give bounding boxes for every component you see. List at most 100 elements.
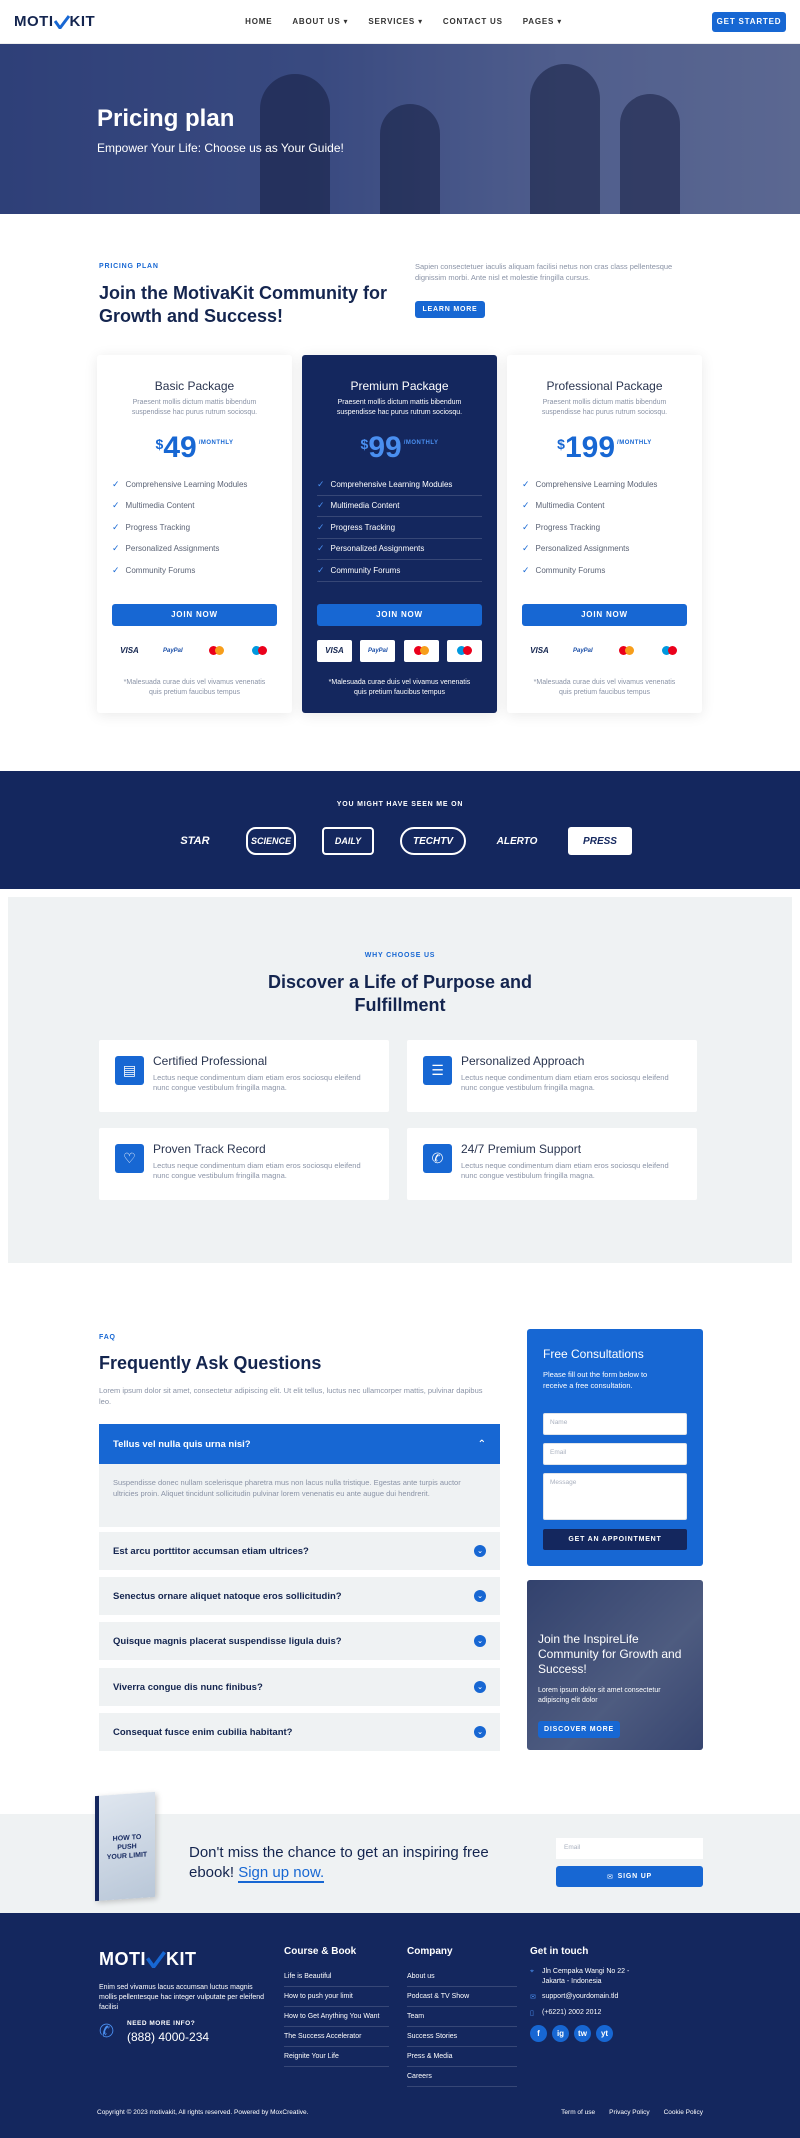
message-textarea[interactable]: Message: [543, 1473, 687, 1520]
menu-item-about[interactable]: ABOUT US ▾: [292, 17, 348, 26]
mastercard-logo: [609, 640, 644, 662]
paypal-logo: PayPal: [360, 639, 396, 662]
legal-link[interactable]: Term of use: [561, 2109, 595, 2116]
visa-logo: VISA: [120, 646, 139, 655]
footer-link[interactable]: Team: [407, 2007, 517, 2027]
menu-item-contact[interactable]: CONTACT US: [443, 17, 503, 26]
join-now-button[interactable]: JOIN NOW: [317, 603, 482, 626]
faq-question[interactable]: Consequat fusce enim cubilia habitant? ⌄: [99, 1713, 500, 1751]
footer-link[interactable]: Life is Beautiful: [284, 1967, 389, 1987]
feature-item: ✓ Community Forums: [317, 560, 482, 582]
footer-logo[interactable]: MOTI KIT: [99, 1949, 197, 1970]
footer-link[interactable]: Press & Media: [407, 2047, 517, 2067]
get-appointment-button[interactable]: GET AN APPOINTMENT: [543, 1529, 687, 1550]
youtube-icon[interactable]: yt: [596, 2025, 613, 2042]
menu-item-services[interactable]: SERVICES ▾: [368, 17, 423, 26]
newsletter-title: Don't miss the chance to get an inspirin…: [189, 1843, 529, 1883]
instagram-icon[interactable]: ig: [552, 2025, 569, 2042]
footer-col-title: Get in touch: [530, 1946, 589, 1957]
payment-methods: VISA PayPal: [317, 639, 482, 662]
logo-text-left: MOTI: [99, 1949, 146, 1969]
footer-link[interactable]: Reignite Your Life: [284, 2047, 389, 2067]
ebook-cover: HOW TO PUSH YOUR LIMIT: [95, 1791, 155, 1902]
get-started-button[interactable]: GET STARTED: [711, 11, 786, 32]
footer-link[interactable]: The Success Accelerator: [284, 2027, 389, 2047]
footer-link[interactable]: About us: [407, 1967, 517, 1987]
ebook-title-line: YOUR LIMIT: [106, 1851, 148, 1862]
newsletter-title-text: Don't miss the chance to get an inspirin…: [189, 1844, 489, 1881]
check-icon: ✓: [522, 500, 530, 511]
menu-item-home[interactable]: HOME: [245, 17, 272, 26]
footer-link[interactable]: How to Get Anything You Want: [284, 2007, 389, 2027]
chevron-down-icon: ⌄: [474, 1726, 486, 1738]
learn-more-button[interactable]: LEARN MORE: [415, 301, 485, 318]
top-navbar: MOTI KIT HOME ABOUT US ▾ SERVICES ▾ CONTAC…: [0, 0, 800, 44]
twitter-icon[interactable]: tw: [574, 2025, 591, 2042]
certificate-icon: ▤: [115, 1056, 144, 1085]
facebook-icon[interactable]: f: [530, 2025, 547, 2042]
chevron-down-icon: ▾: [557, 17, 563, 26]
site-logo[interactable]: MOTI KIT: [14, 13, 95, 30]
legal-link[interactable]: Privacy Policy: [609, 2109, 649, 2116]
check-icon: ✓: [317, 521, 325, 532]
check-icon: ✓: [522, 478, 530, 489]
join-now-button[interactable]: JOIN NOW: [112, 603, 277, 626]
promo-title: Join the InspireLife Community for Growt…: [538, 1632, 682, 1676]
faq-question[interactable]: Senectus ornare aliquet natoque eros sol…: [99, 1577, 500, 1615]
plan-description: Praesent mollis dictum mattis bibendum s…: [336, 399, 463, 416]
footer-link[interactable]: Podcast & TV Show: [407, 1987, 517, 2007]
name-input[interactable]: Name: [543, 1413, 687, 1435]
newsletter-email-input[interactable]: Email: [556, 1838, 703, 1859]
menu-item-pages[interactable]: PAGES ▾: [523, 17, 562, 26]
plan-name: Professional Package: [546, 379, 663, 393]
promo-card: Join the InspireLife Community for Growt…: [527, 1580, 703, 1750]
footer-tel[interactable]: (+6221) 2002 2012: [542, 2009, 601, 2017]
footer-col-title: Company: [407, 1946, 453, 1957]
join-now-button[interactable]: JOIN NOW: [522, 603, 687, 626]
footer-phone[interactable]: (888) 4000-234: [127, 2030, 209, 2044]
feature-card: ☰ Personalized Approach Lectus neque con…: [407, 1040, 697, 1112]
phone-icon: ✆: [99, 2021, 115, 2041]
chevron-down-icon: ⌄: [474, 1545, 486, 1557]
discover-more-button[interactable]: DISCOVER MORE: [538, 1721, 620, 1738]
footer-email[interactable]: support@yourdomain.tld: [542, 1993, 618, 2001]
legal-links: Term of use Privacy Policy Cookie Policy: [561, 2109, 703, 2116]
promo-text: Lorem ipsum dolor sit amet consectetur a…: [538, 1687, 661, 1704]
faq-question[interactable]: Viverra congue dis nunc finibus? ⌄: [99, 1668, 500, 1706]
faq-question[interactable]: Est arcu porttitor accumsan etiam ultric…: [99, 1532, 500, 1570]
sign-up-label: SIGN UP: [617, 1873, 653, 1880]
checkmark-logo-icon: [146, 1951, 166, 1968]
payment-methods: VISA PayPal: [112, 640, 277, 662]
footer-link[interactable]: Careers: [407, 2067, 517, 2087]
visa-logo: VISA: [530, 646, 549, 655]
check-icon: ✓: [112, 478, 120, 489]
check-icon: ✓: [112, 521, 120, 532]
footer-link[interactable]: How to push your limit: [284, 1987, 389, 2007]
plan-price: $199/MONTHLY: [557, 431, 652, 464]
legal-link[interactable]: Cookie Policy: [664, 2109, 703, 2116]
checkmark-logo-icon: [53, 14, 70, 29]
plan-features: ✓ Comprehensive Learning Modules ✓ Multime…: [317, 474, 482, 582]
check-icon: ✓: [112, 500, 120, 511]
mastercard-logo: [199, 640, 234, 662]
need-info-label: NEED MORE INFO?: [127, 2020, 196, 2027]
map-pin-icon: ⌖: [530, 1968, 534, 1975]
mobile-icon: ▯: [530, 2010, 534, 2017]
plan-name: Premium Package: [350, 379, 449, 393]
faq-question-text: Senectus ornare aliquet natoque eros sol…: [113, 1590, 342, 1602]
email-input[interactable]: Email: [543, 1443, 687, 1465]
faq-question-open[interactable]: Tellus vel nulla quis urna nisi? ⌃: [99, 1424, 500, 1464]
faq-eyebrow: FAQ: [99, 1334, 116, 1341]
signup-link[interactable]: Sign up now.: [238, 1864, 325, 1883]
feature-item: ✓ Progress Tracking: [112, 521, 191, 532]
plan-description: Praesent mollis dictum mattis bibendum s…: [541, 399, 668, 416]
feature-card: ▤ Certified Professional Lectus neque co…: [99, 1040, 389, 1112]
faq-question[interactable]: Quisque magnis placerat suspendisse ligu…: [99, 1622, 500, 1660]
footer-about: Enim sed vivamus lacus accumsan luctus m…: [99, 1984, 264, 2011]
payment-methods: VISA PayPal: [522, 640, 687, 662]
why-title: Discover a Life of Purpose and Fulfillme…: [267, 972, 533, 1015]
logo-text-right: KIT: [166, 1949, 197, 1969]
pricing-title: Join the MotivaKit Community for Growth …: [99, 283, 387, 326]
sign-up-button[interactable]: ✉ SIGN UP: [556, 1866, 703, 1887]
footer-link[interactable]: Success Stories: [407, 2027, 517, 2047]
